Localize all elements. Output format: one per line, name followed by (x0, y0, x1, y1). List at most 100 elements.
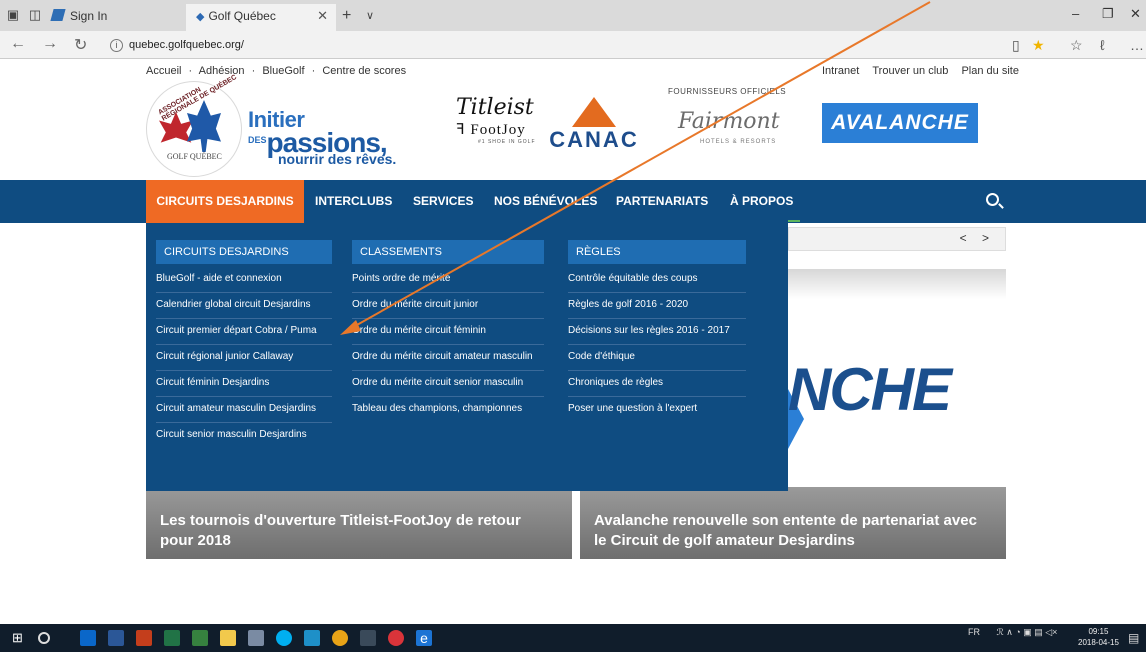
menu-column-circuits: CIRCUITS DESJARDINS BlueGolf - aide et c… (156, 240, 332, 449)
news-card-1[interactable]: Les tournois d'ouverture Titleist-FootJo… (146, 487, 572, 559)
menu-item[interactable]: Circuit amateur masculin Desjardins (156, 397, 332, 423)
menu-item[interactable]: Ordre du mérite circuit amateur masculin (352, 345, 544, 371)
pen-notes-icon[interactable]: ℓ (1100, 37, 1105, 53)
nav-services[interactable]: SERVICES (413, 180, 473, 223)
more-icon[interactable]: … (1130, 37, 1144, 53)
titleist-footjoy-logo[interactable]: Titleist ꟻ FootJoy #1 SHOE IN GOLF (456, 95, 536, 145)
chrome-icon[interactable] (332, 630, 348, 646)
refresh-icon[interactable]: ↻ (74, 35, 87, 55)
menu-item[interactable]: Circuit féminin Desjardins (156, 371, 332, 397)
menu-item[interactable]: Circuit premier départ Cobra / Puma (156, 319, 332, 345)
cortana-icon[interactable] (38, 632, 50, 644)
link-plan-du-site[interactable]: Plan du site (961, 65, 1018, 77)
favorite-star-icon[interactable]: ★ (1032, 37, 1045, 54)
link-accueil[interactable]: Accueil (146, 65, 181, 77)
favorites-hub-icon[interactable]: ☆ (1070, 37, 1083, 54)
link-centre-de-scores[interactable]: Centre de scores (322, 65, 406, 77)
back-icon[interactable]: ← (10, 35, 26, 53)
edge-icon[interactable]: e (416, 630, 432, 646)
canac-triangle-icon (572, 97, 616, 127)
menu-item[interactable]: Ordre du mérite circuit junior (352, 293, 544, 319)
canac-text: CANAC (549, 127, 639, 152)
new-tab-icon[interactable]: + (342, 4, 351, 28)
official-suppliers-label: FOURNISSEURS OFFICIELS (668, 87, 787, 96)
menu-column-classements: CLASSEMENTS Points ordre de mérite Ordre… (352, 240, 544, 423)
reading-view-icon[interactable]: ▯ (1012, 37, 1020, 54)
word-icon[interactable] (108, 630, 124, 646)
skype-icon[interactable] (276, 630, 292, 646)
link-intranet[interactable]: Intranet (822, 65, 859, 77)
close-window-icon[interactable]: ✕ (1130, 6, 1141, 22)
tray-icons[interactable]: ℛ ∧ ◔ ▣ ▤ ◁× (997, 627, 1058, 637)
windows-start-icon[interactable]: ⊞ (12, 630, 28, 646)
golf-favicon-icon: ◆ (196, 11, 205, 23)
excel-icon[interactable] (164, 630, 180, 646)
notifications-icon[interactable]: ▤ (1128, 630, 1144, 646)
tab-actions-icon[interactable]: ▣ (4, 6, 22, 24)
news-card-title: Avalanche renouvelle son entente de part… (594, 512, 977, 549)
minimize-icon[interactable]: – (1072, 6, 1079, 21)
avalanche-logo[interactable]: AVALANCHE (822, 103, 978, 143)
menu-item[interactable]: Circuit régional junior Callaway (156, 345, 332, 371)
file-explorer-icon[interactable] (220, 630, 236, 646)
canac-logo[interactable]: CANAC (548, 97, 640, 153)
menu-item[interactable]: Points ordre de mérite (352, 267, 544, 293)
menu-item[interactable]: BlueGolf - aide et connexion (156, 267, 332, 293)
restore-icon[interactable]: ❐ (1102, 6, 1114, 22)
nav-nos-benevoles[interactable]: NOS BÉNÉVOLES (494, 180, 597, 223)
link-trouver-un-club[interactable]: Trouver un club (872, 65, 948, 77)
menu-item[interactable]: Ordre du mérite circuit féminin (352, 319, 544, 345)
menu-heading: CIRCUITS DESJARDINS (156, 240, 332, 264)
outlook-icon[interactable] (80, 630, 96, 646)
site-info-icon[interactable]: i (110, 39, 123, 52)
search-icon[interactable] (986, 193, 999, 206)
language-indicator[interactable]: FR (968, 627, 980, 637)
slider-arrows-icon[interactable]: < > (960, 231, 995, 245)
close-tab-icon[interactable]: ✕ (317, 4, 328, 28)
menu-item[interactable]: Chroniques de règles (568, 371, 746, 397)
clock-time: 09:15 (1088, 627, 1109, 636)
media-icon[interactable] (360, 630, 376, 646)
menu-item[interactable]: Règles de golf 2016 - 2020 (568, 293, 746, 319)
nav-a-propos[interactable]: À PROPOS (730, 180, 793, 223)
top-links: Accueil · Adhésion · BlueGolf · Centre d… (146, 65, 410, 77)
hero-banner-text: NCHE (788, 356, 952, 423)
url-field[interactable]: i quebec.golfquebec.org/ (110, 35, 1030, 55)
tab-golf-quebec[interactable]: ◆ Golf Québec ✕ (186, 4, 336, 31)
fleur-de-lys-icon (187, 100, 221, 152)
menu-item[interactable]: Contrôle équitable des coups (568, 267, 746, 293)
separator: · (188, 65, 193, 77)
app-red-icon[interactable] (388, 630, 404, 646)
tab-label: Golf Québec (208, 9, 276, 23)
web-page: Accueil · Adhésion · BlueGolf · Centre d… (0, 59, 1146, 624)
powerpoint-icon[interactable] (136, 630, 152, 646)
menu-item[interactable]: Décisions sur les règles 2016 - 2017 (568, 319, 746, 345)
app-icon[interactable] (248, 630, 264, 646)
separator: · (311, 65, 316, 77)
fairmont-logo[interactable]: Fairmont (678, 109, 780, 134)
nav-interclubs[interactable]: INTERCLUBS (315, 180, 392, 223)
menu-item[interactable]: Code d'éthique (568, 345, 746, 371)
nav-active-underline (788, 220, 800, 222)
menu-item[interactable]: Calendrier global circuit Desjardins (156, 293, 332, 319)
menu-item[interactable]: Poser une question à l'expert (568, 397, 746, 423)
tab-list-chevron-icon[interactable]: ∨ (366, 4, 374, 28)
nav-circuits-desjardins[interactable]: CIRCUITS DESJARDINS (146, 180, 304, 223)
url-text: quebec.golfquebec.org/ (129, 39, 244, 51)
nav-partenariats[interactable]: PARTENARIATS (616, 180, 708, 223)
logo-name: GOLF QUÉBEC (167, 152, 222, 161)
golf-quebec-logo[interactable]: ASSOCIATION RÉGIONALE DE QUÉBEC GOLF QUÉ… (146, 74, 242, 177)
menu-item[interactable]: Tableau des champions, championnes (352, 397, 544, 423)
forward-icon[interactable]: → (42, 35, 58, 53)
link-bluegolf[interactable]: BlueGolf (262, 65, 304, 77)
tab-sign-in[interactable]: Sign In (50, 4, 182, 28)
news-card-2[interactable]: Avalanche renouvelle son entente de part… (580, 487, 1006, 559)
photos-icon[interactable] (304, 630, 320, 646)
menu-item[interactable]: Ordre du mérite circuit senior masculin (352, 371, 544, 397)
clock[interactable]: 09:15 2018-04-15 (1078, 626, 1119, 648)
set-aside-tabs-icon[interactable]: ◫ (26, 6, 44, 24)
taskbar: ⊞ e FR ℛ ∧ ◔ ▣ ▤ ◁× 09:15 2018-04-15 ▤ (0, 624, 1146, 652)
news-card-title: Les tournois d'ouverture Titleist-FootJo… (160, 512, 521, 549)
project-icon[interactable] (192, 630, 208, 646)
menu-item[interactable]: Circuit senior masculin Desjardins (156, 423, 332, 449)
